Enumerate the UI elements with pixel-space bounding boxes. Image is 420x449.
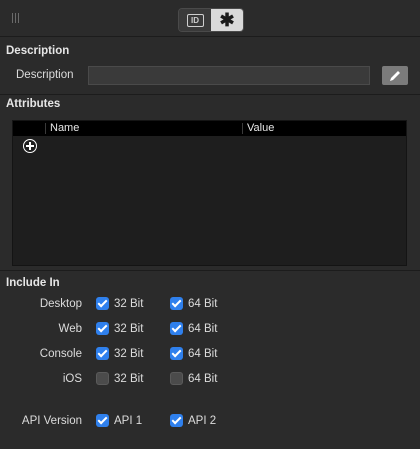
api-version-label: API Version	[21, 415, 82, 427]
inspector-tab-switcher: ID ✱	[178, 8, 244, 32]
checkbox-label: 64 Bit	[188, 323, 218, 335]
tab-attributes[interactable]: ✱	[211, 9, 243, 31]
checkbox-api-2[interactable]	[170, 414, 183, 427]
checkbox-web-32bit[interactable]	[96, 322, 109, 335]
edit-description-button[interactable]	[382, 66, 408, 85]
checkbox-api-1[interactable]	[96, 414, 109, 427]
checkbox-ios-64bit[interactable]	[170, 372, 183, 385]
checkbox-web-64bit[interactable]	[170, 322, 183, 335]
drag-handle-icon[interactable]	[12, 13, 20, 23]
section-divider	[0, 94, 420, 95]
checkbox-label: API 2	[188, 415, 217, 427]
attributes-section-title: Attributes	[6, 98, 61, 110]
add-attribute-button[interactable]	[23, 139, 37, 153]
description-input[interactable]	[88, 66, 370, 85]
pencil-icon	[390, 70, 400, 81]
description-field-label: Description	[16, 69, 74, 81]
platform-label-desktop: Desktop	[39, 298, 82, 310]
column-header-name[interactable]: Name	[50, 122, 79, 134]
section-divider	[0, 270, 420, 271]
platform-label-console: Console	[39, 348, 82, 360]
checkbox-label: 64 Bit	[188, 373, 218, 385]
platform-label-web: Web	[58, 323, 82, 335]
tab-identity[interactable]: ID	[179, 9, 211, 31]
attributes-table-header: Name Value	[13, 121, 406, 136]
checkbox-label: 64 Bit	[188, 298, 218, 310]
attributes-table: Name Value	[12, 120, 407, 266]
checkbox-label: 32 Bit	[114, 323, 144, 335]
gear-asterisk-icon: ✱	[219, 10, 235, 30]
inspector-toolbar: ID ✱	[0, 0, 420, 37]
checkbox-desktop-64bit[interactable]	[170, 297, 183, 310]
include-in-section-title: Include In	[6, 277, 60, 289]
checkbox-desktop-32bit[interactable]	[96, 297, 109, 310]
platform-label-ios: iOS	[62, 373, 82, 385]
checkbox-console-64bit[interactable]	[170, 347, 183, 360]
column-header-value[interactable]: Value	[247, 122, 274, 134]
checkbox-console-32bit[interactable]	[96, 347, 109, 360]
column-separator	[242, 123, 243, 134]
checkbox-label: 32 Bit	[114, 348, 144, 360]
checkbox-ios-32bit[interactable]	[96, 372, 109, 385]
checkbox-label: 32 Bit	[114, 373, 144, 385]
description-section-title: Description	[6, 45, 70, 57]
checkbox-label: API 1	[114, 415, 143, 427]
column-separator	[45, 123, 46, 134]
checkbox-label: 64 Bit	[188, 348, 218, 360]
id-card-icon: ID	[186, 13, 204, 27]
checkbox-label: 32 Bit	[114, 298, 144, 310]
